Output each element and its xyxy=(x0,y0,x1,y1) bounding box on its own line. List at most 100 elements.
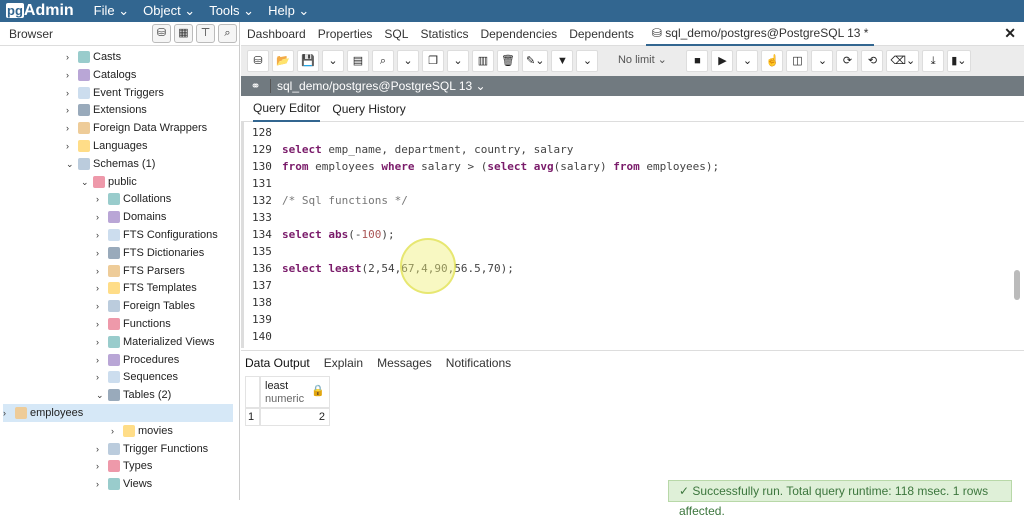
menu-help[interactable]: Help ⌄ xyxy=(268,3,309,19)
tab-sql[interactable]: SQL xyxy=(384,27,408,41)
tree-item[interactable]: › FTS Templates xyxy=(96,279,197,297)
edit-icon[interactable]: ✎⌄ xyxy=(522,50,549,72)
tree-item[interactable]: › Sequences xyxy=(96,368,178,386)
tab-statistics[interactable]: Statistics xyxy=(420,27,468,41)
tab-data-output[interactable]: Data Output xyxy=(245,356,310,370)
find-icon[interactable]: ⌕ xyxy=(372,50,394,72)
tree-item[interactable]: › FTS Dictionaries xyxy=(96,244,204,262)
tree-item[interactable]: › employees xyxy=(3,404,233,422)
query-tool-icon[interactable]: ⛁ xyxy=(152,24,171,43)
tree-item[interactable]: › Trigger Functions xyxy=(96,440,208,458)
tree-item[interactable]: › FTS Parsers xyxy=(96,262,185,280)
chevron-icon[interactable]: ⌄ xyxy=(81,173,91,191)
explain-analyze-icon[interactable]: ◫ xyxy=(786,50,809,72)
connection-bar[interactable]: ⚭ sql_demo/postgres@PostgreSQL 13 ⌄ xyxy=(241,76,1024,96)
tree-item[interactable]: › Domains xyxy=(96,208,166,226)
tree-item[interactable]: › Catalogs xyxy=(66,66,136,84)
tree-item[interactable]: › FTS Configurations xyxy=(96,226,218,244)
tree-item[interactable]: › Languages xyxy=(66,137,147,155)
tree-item[interactable]: › Extensions xyxy=(66,101,147,119)
chevron-icon[interactable]: › xyxy=(96,190,106,208)
tree-item[interactable]: ⌄ Schemas (1) xyxy=(66,155,155,173)
menu-object[interactable]: Object ⌄ xyxy=(143,3,195,19)
chevron-icon[interactable]: › xyxy=(66,101,76,119)
tab-messages[interactable]: Messages xyxy=(377,356,432,370)
menu-file[interactable]: File ⌄ xyxy=(94,3,129,19)
copy-icon[interactable]: ❐ xyxy=(422,50,444,72)
view-data-icon[interactable]: ▦ xyxy=(174,24,193,43)
tree-item[interactable]: › Functions xyxy=(96,315,171,333)
tree-item[interactable]: › movies xyxy=(111,422,173,440)
tree-item[interactable]: › Foreign Tables xyxy=(96,297,195,315)
execute-icon[interactable]: ▶ xyxy=(711,50,734,72)
explain-icon[interactable]: ☝ xyxy=(761,50,784,72)
chevron-icon[interactable]: › xyxy=(111,422,121,440)
chevron-icon[interactable]: › xyxy=(96,457,106,475)
tree-item[interactable]: ⌄ Tables (2) xyxy=(96,386,171,404)
chevron-icon[interactable]: ⌄ xyxy=(66,155,76,173)
macros-icon[interactable]: ▮⌄ xyxy=(947,50,971,72)
tab-query-tool[interactable]: ⛁ sql_demo/postgres@PostgreSQL 13 * xyxy=(645,22,875,46)
chevron-down-icon[interactable]: ⌄ xyxy=(736,50,759,72)
search-icon[interactable]: ⌕ xyxy=(218,24,237,43)
chevron-icon[interactable]: › xyxy=(66,66,76,84)
tree-item[interactable]: › Views xyxy=(96,475,152,493)
tab-dependents[interactable]: Dependents xyxy=(569,27,634,41)
chevron-down-icon[interactable]: ⌄ xyxy=(322,50,344,72)
column-header-least[interactable]: least numeric 🔒 xyxy=(260,376,330,408)
chevron-icon[interactable]: › xyxy=(66,84,76,102)
chevron-icon[interactable]: › xyxy=(3,404,13,422)
filter-icon[interactable]: ▼ xyxy=(551,50,574,72)
row-number[interactable]: 1 xyxy=(245,408,260,426)
clear-icon[interactable]: ⌫⌄ xyxy=(886,50,920,72)
chevron-icon[interactable]: › xyxy=(96,351,106,369)
save-icon[interactable]: 💾 xyxy=(297,50,319,72)
chevron-icon[interactable]: › xyxy=(96,208,106,226)
editor-scrollbar[interactable] xyxy=(1014,270,1020,300)
limit-select[interactable]: No limit ⌄ xyxy=(601,50,684,72)
tree-item[interactable]: › Collations xyxy=(96,190,171,208)
chevron-down-icon[interactable]: ⌄ xyxy=(811,50,834,72)
chevron-icon[interactable]: › xyxy=(66,48,76,66)
tab-query-history[interactable]: Query History xyxy=(332,102,405,116)
tree-item[interactable]: › Procedures xyxy=(96,351,179,369)
download-icon[interactable]: ⤓ xyxy=(922,50,945,72)
tab-properties[interactable]: Properties xyxy=(318,27,373,41)
tab-dependencies[interactable]: Dependencies xyxy=(480,27,557,41)
select-all-corner[interactable] xyxy=(245,376,260,408)
tab-query-editor[interactable]: Query Editor xyxy=(253,96,321,122)
chevron-down-icon[interactable]: ⌄ xyxy=(447,50,469,72)
chevron-down-icon[interactable]: ⌄ xyxy=(397,50,419,72)
stop-icon[interactable]: ■ xyxy=(686,50,709,72)
tree-item[interactable]: ⌄ public xyxy=(81,173,137,191)
chevron-icon[interactable]: › xyxy=(96,333,106,351)
result-cell[interactable]: 2 xyxy=(260,408,330,426)
sql-editor[interactable]: select emp_name, department, country, sa… xyxy=(241,122,1024,348)
tab-notifications[interactable]: Notifications xyxy=(446,356,511,370)
open-file-icon[interactable]: 📂 xyxy=(272,50,294,72)
chevron-icon[interactable]: › xyxy=(96,440,106,458)
chevron-icon[interactable]: › xyxy=(66,119,76,137)
tree-item[interactable]: › Types xyxy=(96,457,152,475)
chevron-icon[interactable]: › xyxy=(96,279,106,297)
chevron-icon[interactable]: › xyxy=(96,315,106,333)
tree-item[interactable]: › Foreign Data Wrappers xyxy=(66,119,207,137)
save-data-icon[interactable]: ▤ xyxy=(347,50,369,72)
close-icon[interactable]: ✕ xyxy=(1004,25,1016,42)
chevron-icon[interactable]: › xyxy=(96,262,106,280)
rollback-icon[interactable]: ⟲ xyxy=(861,50,884,72)
paste-icon[interactable]: ▥ xyxy=(472,50,494,72)
connection-label[interactable]: sql_demo/postgres@PostgreSQL 13 ⌄ xyxy=(271,79,486,93)
tree-item[interactable]: › Casts xyxy=(66,48,121,66)
chevron-icon[interactable]: › xyxy=(96,226,106,244)
tree-item[interactable]: › Materialized Views xyxy=(96,333,215,351)
database-icon[interactable]: ⛁ xyxy=(247,50,269,72)
chevron-icon[interactable]: › xyxy=(96,244,106,262)
filter-rows-icon[interactable]: ⊤ xyxy=(196,24,215,43)
chevron-icon[interactable]: › xyxy=(96,368,106,386)
chevron-icon[interactable]: ⌄ xyxy=(96,386,106,404)
chevron-down-icon[interactable]: ⌄ xyxy=(576,50,599,72)
chevron-icon[interactable]: › xyxy=(66,137,76,155)
tab-explain[interactable]: Explain xyxy=(324,356,363,370)
delete-icon[interactable]: 🗑 xyxy=(497,50,519,72)
